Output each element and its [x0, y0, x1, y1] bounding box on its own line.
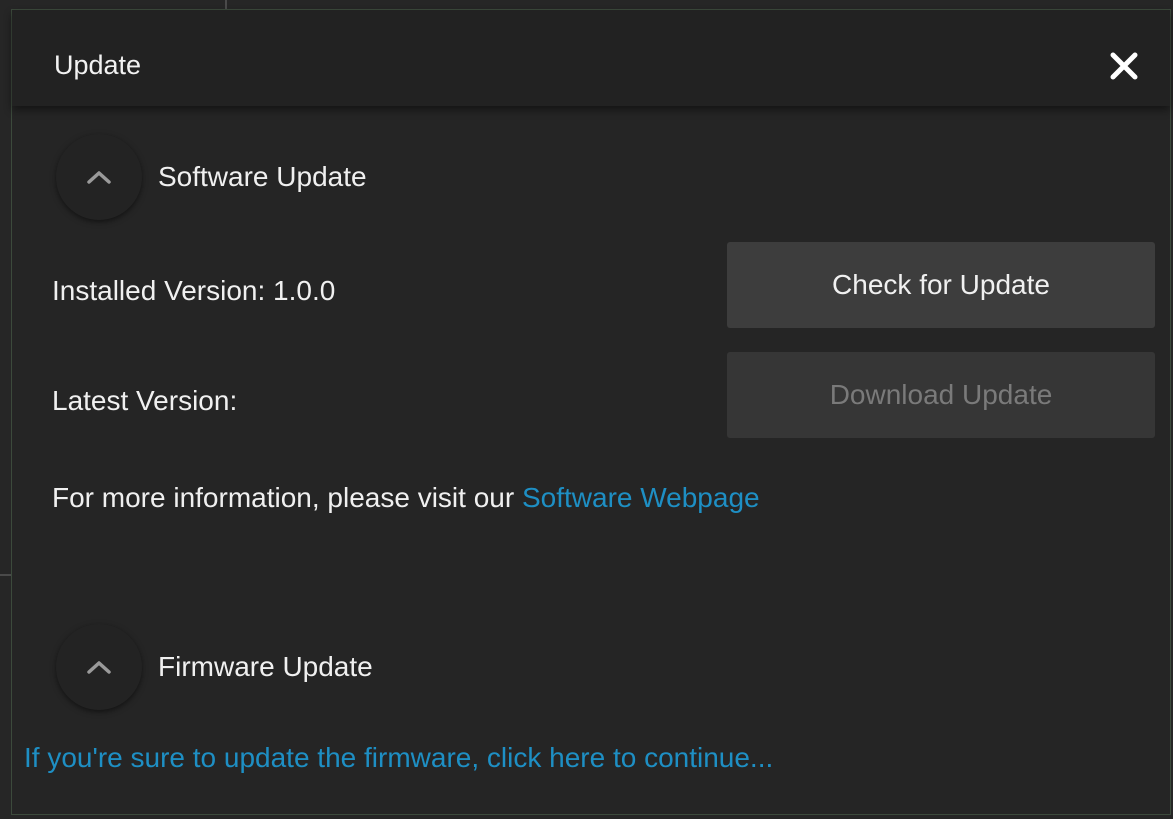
software-webpage-link[interactable]: Software Webpage: [522, 482, 760, 513]
firmware-collapse-button[interactable]: [56, 624, 142, 710]
dialog-titlebar: Update: [12, 10, 1170, 106]
software-update-title: Software Update: [158, 161, 367, 192]
firmware-update-title: Firmware Update: [158, 651, 373, 682]
more-info-prefix: For more information, please visit our: [52, 482, 522, 513]
installed-version-label: Installed Version: 1.0.0: [52, 275, 336, 306]
check-for-update-button[interactable]: Check for Update: [727, 242, 1155, 328]
chevron-up-icon: [87, 661, 111, 674]
update-dialog: Update Software Update Installed Version…: [11, 9, 1171, 815]
download-update-button: Download Update: [727, 352, 1155, 438]
software-collapse-button[interactable]: [56, 134, 142, 220]
close-icon: [1110, 52, 1138, 80]
latest-version-label: Latest Version:: [52, 385, 238, 416]
more-info-text: For more information, please visit our S…: [52, 482, 760, 514]
firmware-update-header: Firmware Update: [56, 622, 373, 712]
chevron-up-icon: [87, 171, 111, 184]
dialog-title: Update: [54, 50, 142, 80]
software-update-header: Software Update: [56, 132, 367, 222]
close-button[interactable]: [1106, 48, 1142, 84]
firmware-continue-link[interactable]: If you're sure to update the firmware, c…: [24, 742, 773, 774]
